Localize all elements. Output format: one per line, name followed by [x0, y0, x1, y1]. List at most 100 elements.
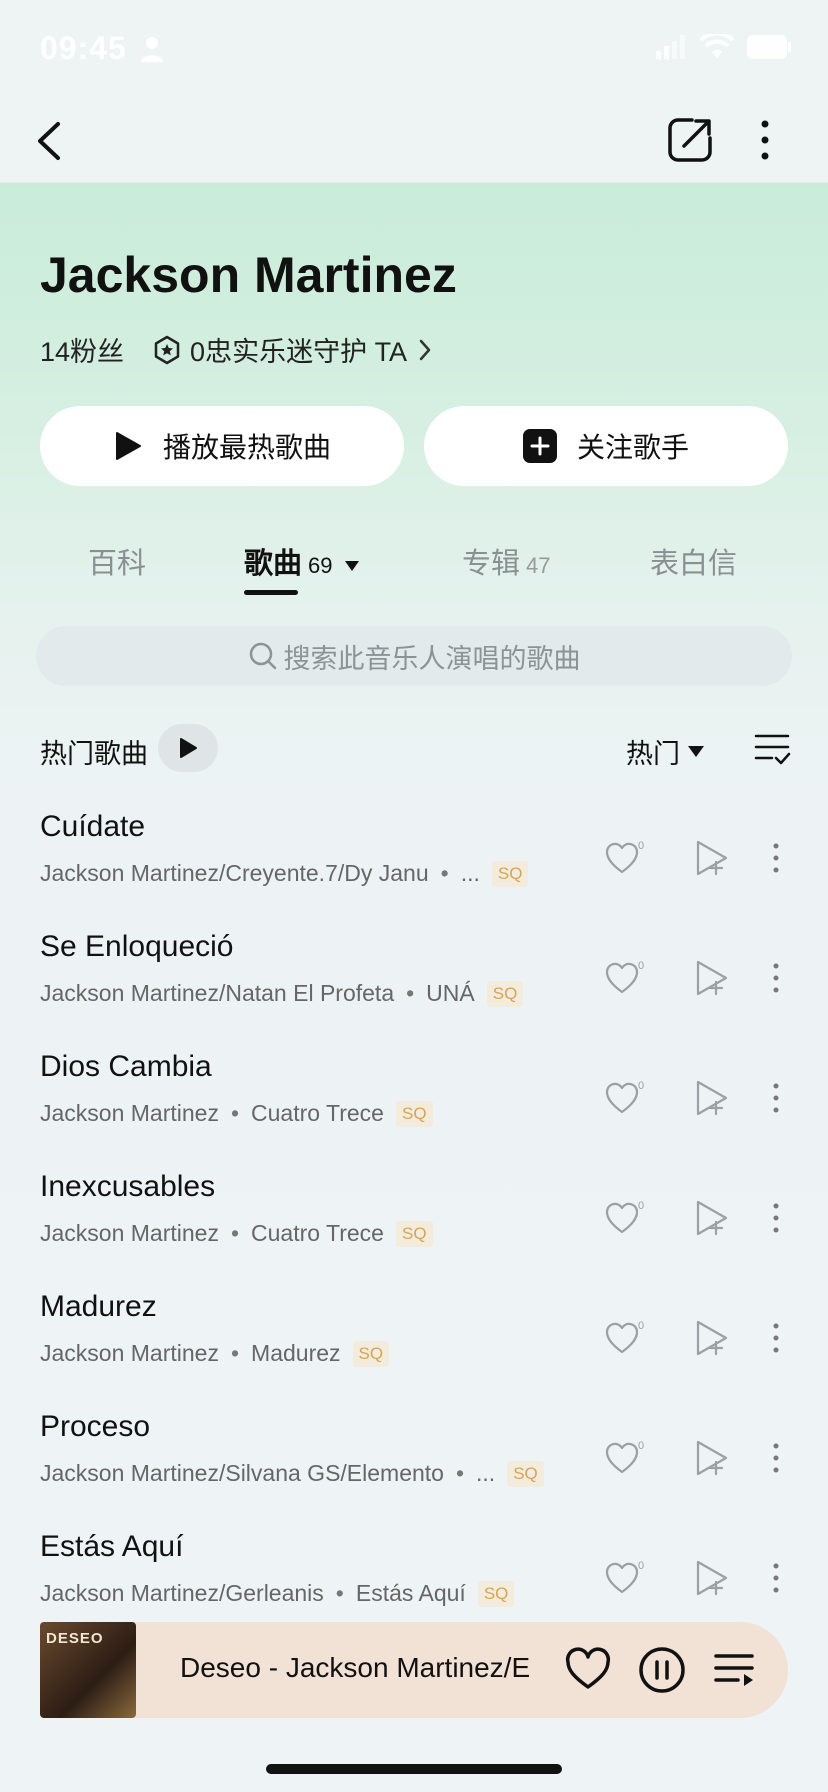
play-all-button[interactable] [158, 724, 218, 772]
tab-songs-count: 69 [308, 553, 333, 578]
search-icon [249, 642, 276, 670]
share-icon[interactable] [666, 116, 714, 164]
play-hot-songs-label: 播放最热歌曲 [162, 432, 331, 463]
song-more-icon[interactable] [766, 1198, 786, 1238]
song-album: Madurez [251, 1340, 341, 1366]
add-to-playlist-icon[interactable] [694, 1198, 730, 1238]
song-meta: Jackson Martinez/Gerleanis • Estás Aquí SQ [40, 1580, 515, 1607]
heart-icon[interactable]: 0 [604, 958, 646, 998]
like-count: 0 [638, 960, 644, 972]
quality-badge: SQ [395, 1100, 433, 1127]
heart-icon[interactable]: 0 [604, 1318, 646, 1358]
add-to-playlist-icon[interactable] [694, 958, 730, 998]
song-artists: Jackson Martinez/Gerleanis [40, 1580, 324, 1606]
tab-albums[interactable]: 专辑 47 [462, 540, 551, 582]
plus-icon [522, 429, 557, 463]
song-row[interactable]: Madurez Jackson Martinez • Madurez SQ 0 [0, 1290, 828, 1410]
song-artists: Jackson Martinez [40, 1340, 219, 1366]
quality-badge: SQ [352, 1340, 390, 1367]
sort-dropdown[interactable]: 热门 [626, 732, 704, 771]
heart-icon[interactable]: 0 [604, 1198, 646, 1238]
now-playing-title[interactable]: Deseo - Jackson Martinez/E [180, 1652, 542, 1684]
song-artists: Jackson Martinez/Natan El Profeta [40, 980, 395, 1006]
quality-badge: SQ [486, 980, 524, 1007]
tab-love-letters-label: 表白信 [650, 548, 738, 580]
person-icon [141, 37, 163, 62]
song-meta: Jackson Martinez/Silvana GS/Elemento •...… [40, 1460, 544, 1487]
song-row[interactable]: Proceso Jackson Martinez/Silvana GS/Eleme… [0, 1410, 828, 1530]
now-playing-cover[interactable]: DESEO [40, 1622, 136, 1718]
play-icon [180, 738, 197, 758]
quality-badge: SQ [477, 1580, 515, 1607]
play-hot-songs-button[interactable]: 播放最热歌曲 [40, 406, 404, 486]
status-time: 09:45 [40, 30, 127, 66]
heart-icon[interactable]: 0 [604, 1078, 646, 1118]
artist-name: Jackson Martinez [40, 247, 457, 303]
pause-icon[interactable] [638, 1646, 686, 1694]
tab-songs-label: 歌曲 [244, 548, 303, 580]
more-icon[interactable] [750, 116, 780, 164]
back-icon[interactable] [30, 116, 70, 166]
song-title: Inexcusables [40, 1170, 216, 1203]
separator-dot: • [455, 1460, 465, 1486]
song-meta: Jackson Martinez • Madurez SQ [40, 1340, 390, 1367]
song-more-icon[interactable] [766, 1558, 786, 1598]
follow-artist-button[interactable]: 关注歌手 [424, 406, 788, 486]
song-title: Dios Cambia [40, 1050, 212, 1083]
chevron-right-icon[interactable] [417, 337, 433, 363]
separator-dot: • [230, 1220, 240, 1246]
song-more-icon[interactable] [766, 958, 786, 998]
home-indicator [266, 1764, 562, 1774]
artist-stats[interactable]: 14粉丝 0忠实乐迷守护 TA [40, 330, 433, 369]
song-album: ... [460, 860, 480, 886]
heart-icon[interactable]: 0 [604, 1438, 646, 1478]
song-artists: Jackson Martinez/Creyente.7/Dy Janu [40, 860, 429, 886]
song-row[interactable]: Inexcusables Jackson Martinez • Cuatro Trec… [0, 1170, 828, 1290]
song-row[interactable]: Cuídate Jackson Martinez/Creyente.7/Dy Ja… [0, 810, 828, 930]
separator-dot: • [230, 1340, 240, 1366]
song-more-icon[interactable] [766, 1078, 786, 1118]
fans-count[interactable]: 14粉丝 [40, 330, 124, 369]
separator-dot: • [406, 980, 415, 1006]
song-album: Cuatro Trece [251, 1100, 384, 1126]
hot-songs-title: 热门歌曲 [40, 739, 148, 769]
multi-select-icon[interactable] [752, 728, 792, 768]
heart-icon[interactable]: 0 [604, 1558, 646, 1598]
song-more-icon[interactable] [766, 1438, 786, 1478]
song-title: Proceso [40, 1410, 151, 1443]
playlist-icon[interactable] [712, 1648, 756, 1692]
song-title: Estás Aquí [40, 1530, 184, 1563]
cover-text: DESEO [46, 1630, 104, 1647]
heart-icon[interactable] [564, 1646, 612, 1694]
tab-encyclopedia[interactable]: 百科 [88, 540, 146, 582]
song-title: Cuídate [40, 810, 146, 843]
tab-love-letters[interactable]: 表白信 [650, 540, 737, 582]
mini-player[interactable]: DESEO Deseo - Jackson Martinez/E [40, 1622, 788, 1718]
quality-badge: SQ [507, 1460, 544, 1487]
dropdown-triangle-icon[interactable] [343, 559, 361, 573]
song-album: Cuatro Trece [251, 1220, 384, 1246]
song-more-icon[interactable] [766, 838, 786, 878]
song-album: ... [476, 1460, 496, 1486]
add-to-playlist-icon[interactable] [694, 1558, 730, 1598]
song-search-input[interactable]: 搜索此音乐人演唱的歌曲 [36, 626, 792, 686]
tab-albums-label: 专辑 [462, 548, 521, 580]
tab-songs[interactable]: 歌曲 69 [244, 540, 361, 582]
like-count: 0 [638, 1080, 644, 1092]
add-to-playlist-icon[interactable] [694, 1438, 730, 1478]
wifi-icon [700, 34, 734, 58]
tab-albums-count: 47 [526, 553, 551, 578]
add-to-playlist-icon[interactable] [694, 1318, 730, 1358]
add-to-playlist-icon[interactable] [694, 838, 730, 878]
song-row[interactable]: Se Enloqueció Jackson Martinez/Natan El P… [0, 930, 828, 1050]
song-row[interactable]: Dios Cambia Jackson Martinez • Cuatro Trece… [0, 1050, 828, 1170]
like-count: 0 [638, 1560, 644, 1572]
play-icon [115, 432, 141, 460]
battery-icon [747, 35, 791, 59]
guardian-count[interactable]: 0忠实乐迷守护 TA [190, 330, 407, 369]
song-more-icon[interactable] [766, 1318, 786, 1358]
add-to-playlist-icon[interactable] [694, 1078, 730, 1118]
active-tab-indicator [244, 590, 298, 595]
heart-icon[interactable]: 0 [604, 838, 646, 878]
separator-dot: • [335, 1580, 344, 1606]
